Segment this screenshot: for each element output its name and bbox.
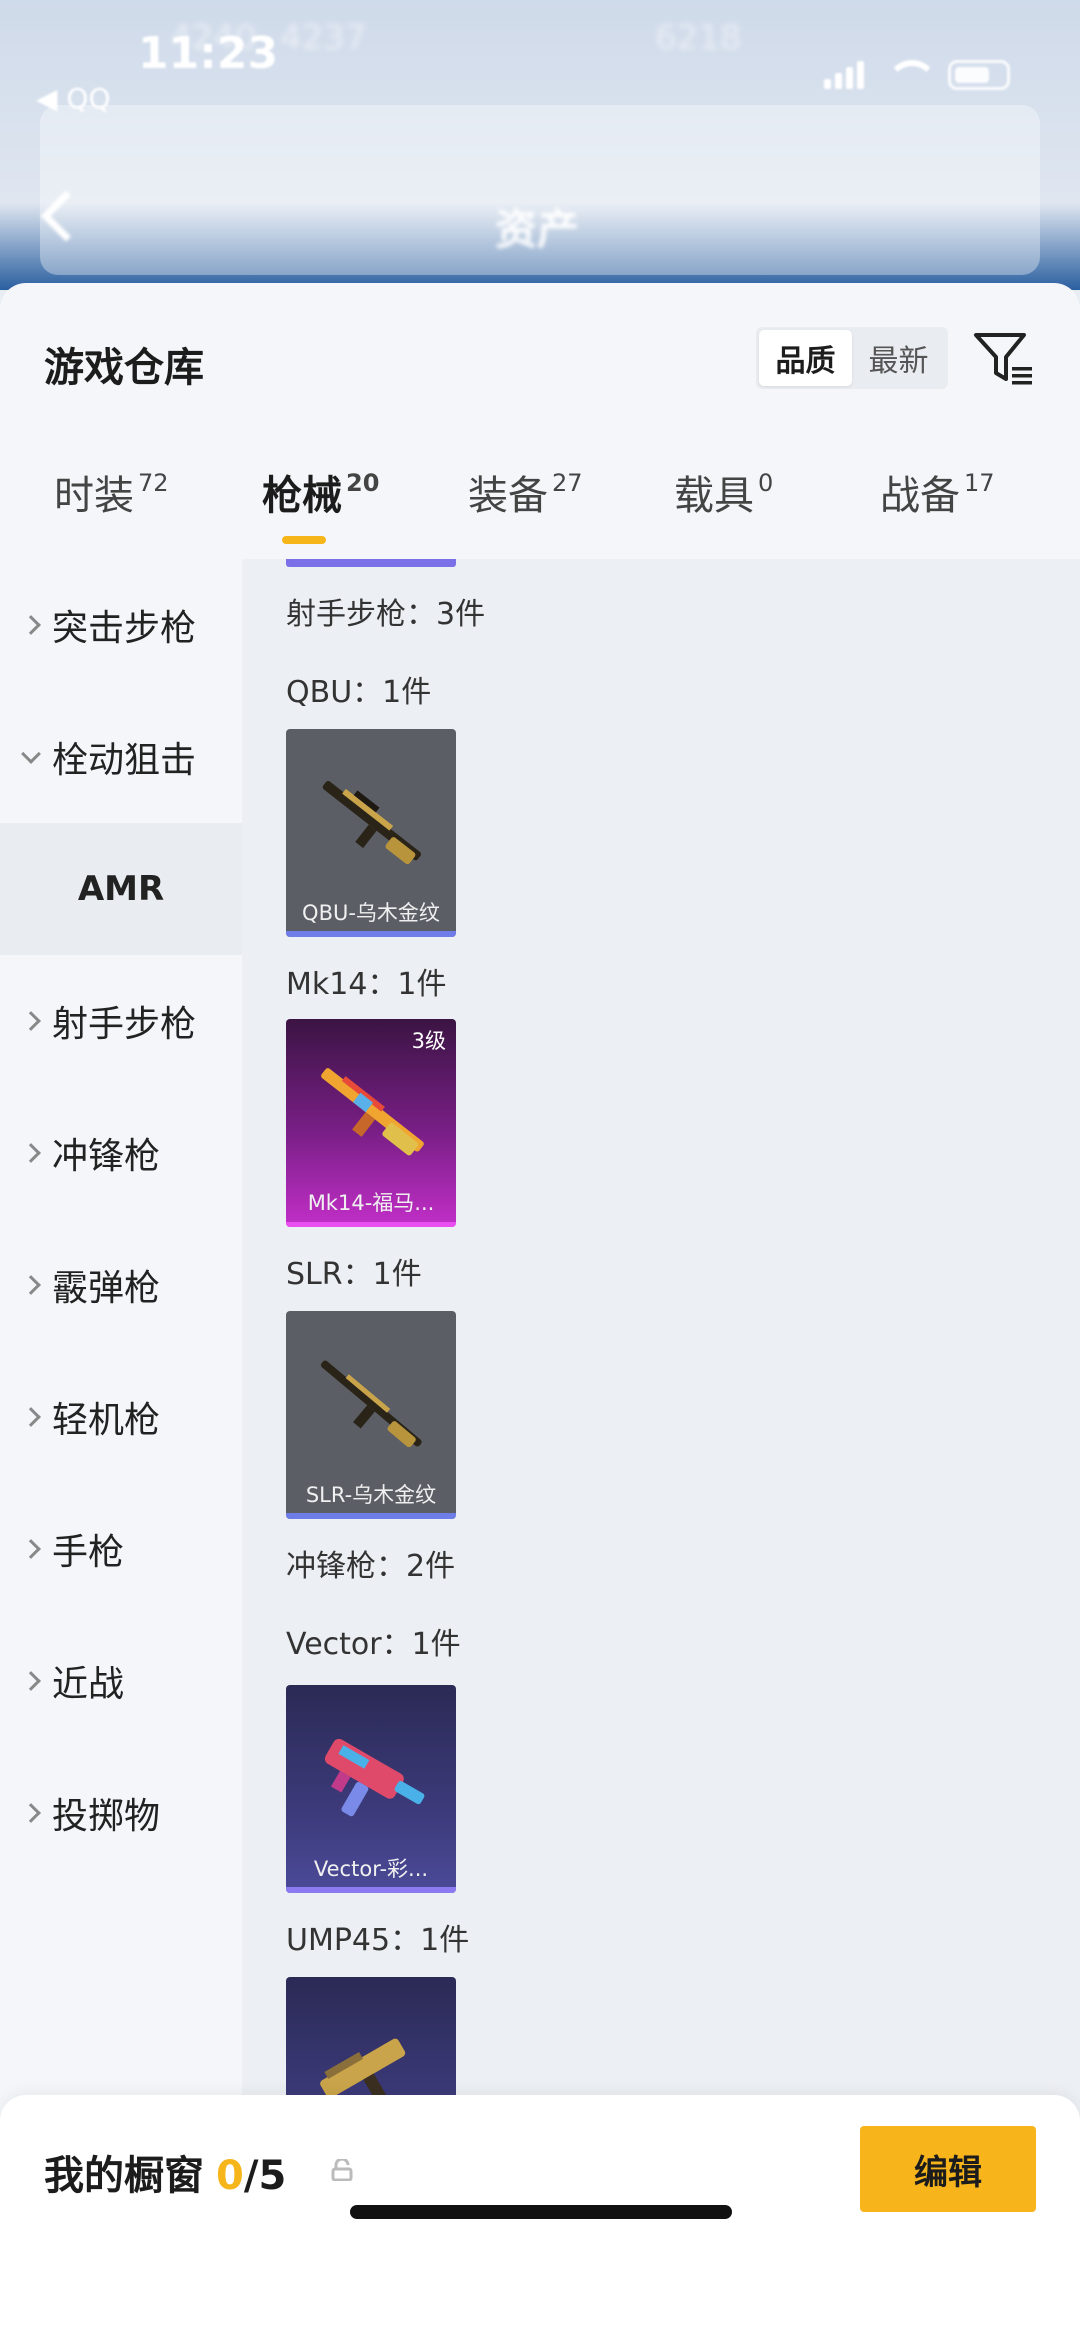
- tab-firearms[interactable]: 枪械 20: [262, 463, 379, 521]
- chevron-right-icon: [21, 1407, 41, 1427]
- chevron-right-icon: [21, 1671, 41, 1691]
- weapon-card-name: SLR-乌木金纹: [305, 1483, 437, 1507]
- sidebar-item-throwable[interactable]: 投掷物: [0, 1747, 242, 1879]
- subgroup-label-qbu: QBU：1件: [286, 675, 432, 710]
- sidebar-item-melee[interactable]: 近战: [0, 1615, 242, 1747]
- status-time: 11:23: [138, 28, 279, 79]
- rifle-icon: [320, 1360, 422, 1448]
- chevron-right-icon: [21, 1803, 41, 1823]
- sheet-title: 游戏仓库: [44, 345, 204, 391]
- edit-button[interactable]: 编辑: [860, 2126, 1036, 2212]
- weapon-card-slr[interactable]: SLR-乌木金纹: [286, 1311, 456, 1519]
- back-to-qq-link[interactable]: ◀ QQ: [36, 82, 111, 115]
- subgroup-label-vector: Vector：1件: [286, 1627, 461, 1662]
- card-rarity-bar: [286, 1222, 456, 1227]
- card-rarity-bar: [286, 1887, 456, 1893]
- weapon-card-mk14[interactable]: 3级 Mk14-福马...: [286, 1019, 456, 1227]
- sidebar-item-dmr[interactable]: 射手步枪: [0, 955, 242, 1087]
- chevron-right-icon: [21, 1143, 41, 1163]
- showcase-count: 0: [216, 2153, 244, 2199]
- sort-quality-button[interactable]: 品质: [759, 330, 852, 386]
- sort-toggle: 品质 最新: [756, 327, 948, 389]
- page-title: 资产: [495, 205, 580, 254]
- showcase-total: /5: [243, 2153, 287, 2199]
- sidebar-item-lmg[interactable]: 轻机枪: [0, 1351, 242, 1483]
- filter-icon[interactable]: [972, 329, 1036, 389]
- sidebar-item-assault-rifle[interactable]: 突击步枪: [0, 559, 242, 691]
- active-tab-indicator: [282, 536, 326, 544]
- game-warehouse-sheet: 游戏仓库 品质 最新 时装 72 枪械 20 装备 27 载具 0 战备 17 突击步枪 …: [0, 283, 1080, 2341]
- weapon-category-sidebar: 突击步枪 栓动狙击 AMR 射手步枪 冲锋枪 霰弹枪 轻机枪 手枪 近战 投掷物: [0, 559, 242, 2341]
- group-label-dmr: 射手步枪：3件: [286, 597, 486, 632]
- group-label-smg: 冲锋枪：2件: [286, 1549, 456, 1584]
- tab-vehicles[interactable]: 载具 0: [674, 463, 773, 521]
- chevron-right-icon: [21, 615, 41, 635]
- signal-icon: [824, 61, 864, 89]
- chevron-right-icon: [21, 1011, 41, 1031]
- showcase-label: 我的橱窗 0 /5: [44, 2153, 287, 2199]
- sidebar-item-pistol[interactable]: 手枪: [0, 1483, 242, 1615]
- weapon-card-name: Vector-彩...: [313, 1857, 429, 1881]
- weapon-card-name: QBU-乌木金纹: [302, 901, 440, 925]
- sidebar-item-smg[interactable]: 冲锋枪: [0, 1087, 242, 1219]
- card-rarity-bar: [286, 559, 456, 567]
- battery-icon: [948, 60, 1010, 90]
- wifi-icon: [886, 60, 938, 90]
- sort-latest-button[interactable]: 最新: [852, 330, 945, 386]
- smg-icon: [324, 1738, 425, 1817]
- rifle-icon: [321, 1068, 424, 1156]
- sidebar-item-bolt-sniper[interactable]: 栓动狙击: [0, 691, 242, 823]
- chevron-right-icon: [21, 1275, 41, 1295]
- sidebar-item-amr[interactable]: AMR: [0, 823, 242, 955]
- lock-icon: [331, 2159, 353, 2181]
- subgroup-label-slr: SLR：1件: [286, 1257, 422, 1292]
- card-rarity-bar: [286, 1513, 456, 1519]
- subgroup-label-mk14: Mk14：1件: [286, 967, 447, 1002]
- weapon-card-name: Mk14-福马...: [307, 1191, 435, 1215]
- chevron-down-icon: [21, 744, 41, 764]
- weapon-card-vector[interactable]: Vector-彩...: [286, 1685, 456, 1893]
- tab-equipment[interactable]: 装备 27: [468, 463, 583, 521]
- weapon-card-qbu[interactable]: QBU-乌木金纹: [286, 729, 456, 937]
- card-rarity-bar: [286, 931, 456, 937]
- category-tabs: 时装 72 枪械 20 装备 27 载具 0 战备 17: [0, 463, 1080, 543]
- sidebar-item-shotgun[interactable]: 霰弹枪: [0, 1219, 242, 1351]
- tab-outfits[interactable]: 时装 72: [54, 463, 169, 521]
- background-header: 4240 4237 6218 11:23 ◀ QQ 资产: [0, 0, 1080, 290]
- chevron-right-icon: [21, 1539, 41, 1559]
- status-icons: [824, 60, 1010, 90]
- subgroup-label-ump45: UMP45：1件: [286, 1923, 470, 1958]
- home-indicator: [350, 2205, 732, 2219]
- tab-supplies[interactable]: 战备 17: [880, 463, 995, 521]
- rifle-icon: [322, 780, 421, 865]
- weapon-list: 射手步枪：3件 QBU：1件 QBU-乌木金纹 Mk14：1件 3级 Mk14-…: [242, 559, 1080, 2341]
